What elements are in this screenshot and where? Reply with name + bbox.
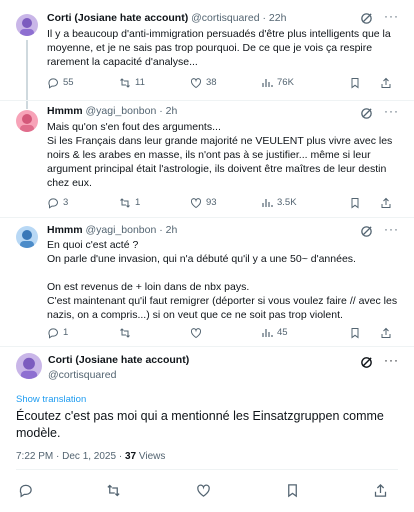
view-count: 3.5K xyxy=(277,197,297,208)
share-icon[interactable] xyxy=(380,326,392,340)
post-time[interactable]: · 2h xyxy=(159,105,177,117)
bookmark-icon[interactable] xyxy=(349,76,361,90)
grok-icon[interactable] xyxy=(360,12,373,25)
grok-icon[interactable] xyxy=(360,107,373,120)
post-timestamp[interactable]: 7:22 PM · Dec 1, 2025 · xyxy=(16,451,125,462)
reply-count: 3 xyxy=(63,197,69,208)
grok-icon[interactable] xyxy=(360,356,373,369)
views-icon xyxy=(262,199,273,207)
reply-icon xyxy=(48,78,58,89)
like-button[interactable]: 93 xyxy=(190,196,217,210)
reply-icon[interactable] xyxy=(18,482,34,498)
action-bar: 3 1 93 3.5K xyxy=(47,196,402,210)
repost-icon xyxy=(120,328,130,338)
more-icon[interactable]: ··· xyxy=(384,105,399,118)
avatar[interactable] xyxy=(16,110,38,132)
main-action-bar xyxy=(0,482,414,498)
views-button[interactable]: 76K xyxy=(261,76,294,90)
repost-icon xyxy=(120,78,130,88)
author-handle[interactable]: @yagi_bonbon xyxy=(86,224,157,236)
views-label: Views xyxy=(136,451,166,462)
post-header: Hmmm @yagi_bonbon · 2h xyxy=(47,224,177,237)
like-icon xyxy=(190,198,202,209)
thread-line xyxy=(26,101,28,109)
post-time[interactable]: · 22h xyxy=(263,12,287,24)
avatar[interactable] xyxy=(16,353,42,379)
reply-post-1[interactable]: Corti (Josiane hate account) @cortisquar… xyxy=(0,0,414,104)
repost-icon[interactable] xyxy=(106,482,122,498)
reply-icon xyxy=(48,328,58,339)
author-handle[interactable]: @cortisquared xyxy=(48,369,189,382)
post-text: Il y a beaucoup d'anti-immigration persu… xyxy=(47,28,391,68)
like-icon[interactable] xyxy=(196,482,212,498)
share-icon[interactable] xyxy=(380,196,392,210)
post-text: Écoutez c'est pas moi qui a mentionné le… xyxy=(16,409,384,440)
more-icon[interactable]: ··· xyxy=(384,354,399,367)
repost-count: 1 xyxy=(135,197,141,208)
view-count: 45 xyxy=(277,327,288,338)
repost-icon xyxy=(120,198,130,208)
repost-count: 11 xyxy=(135,77,145,88)
divider xyxy=(16,469,398,470)
author-name[interactable]: Hmmm xyxy=(47,105,83,117)
more-icon[interactable]: ··· xyxy=(384,10,399,23)
share-icon[interactable] xyxy=(380,76,392,90)
reply-post-3[interactable]: Hmmm @yagi_bonbon · 2h ··· En quoi c'est… xyxy=(0,218,414,346)
repost-button[interactable] xyxy=(119,326,131,340)
repost-button[interactable]: 1 xyxy=(119,196,140,210)
views-icon xyxy=(262,329,273,337)
reply-button[interactable]: 3 xyxy=(47,196,68,210)
bookmark-icon[interactable] xyxy=(349,326,361,340)
bookmark-icon[interactable] xyxy=(349,196,361,210)
post-text: Mais qu'on s'en fout des arguments... Si… xyxy=(47,121,393,189)
views-icon xyxy=(262,79,273,87)
like-icon xyxy=(190,328,202,339)
reply-count: 55 xyxy=(63,77,74,88)
avatar[interactable] xyxy=(16,226,38,248)
author-name[interactable]: Corti (Josiane hate account) xyxy=(48,354,189,367)
avatar[interactable] xyxy=(16,14,38,36)
thread-line xyxy=(26,40,28,104)
like-count: 38 xyxy=(206,77,217,88)
views-button[interactable]: 45 xyxy=(261,326,288,340)
action-bar: 1 45 xyxy=(47,326,402,340)
main-post: Corti (Josiane hate account) @cortisquar… xyxy=(0,347,414,512)
reply-count: 1 xyxy=(63,327,69,338)
post-time[interactable]: · 2h xyxy=(159,224,177,236)
like-icon xyxy=(190,78,202,89)
view-count: 76K xyxy=(277,77,294,88)
reply-icon xyxy=(48,198,58,209)
like-button[interactable]: 38 xyxy=(190,76,217,90)
post-header: Hmmm @yagi_bonbon · 2h xyxy=(47,105,177,118)
bookmark-icon[interactable] xyxy=(285,482,301,498)
repost-button[interactable]: 11 xyxy=(119,76,145,90)
author-name[interactable]: Hmmm xyxy=(47,224,83,236)
author-handle[interactable]: @yagi_bonbon xyxy=(86,105,157,117)
author-name[interactable]: Corti (Josiane hate account) xyxy=(47,12,188,24)
views-button[interactable]: 3.5K xyxy=(261,196,297,210)
action-bar: 55 11 38 76K xyxy=(47,76,402,90)
share-icon[interactable] xyxy=(373,482,389,498)
reply-post-2[interactable]: Hmmm @yagi_bonbon · 2h ··· Mais qu'on s'… xyxy=(0,101,414,217)
more-icon[interactable]: ··· xyxy=(384,223,399,236)
like-button[interactable] xyxy=(190,326,202,340)
post-text: En quoi c'est acté ? On parle d'une inva… xyxy=(47,239,398,321)
reply-button[interactable]: 1 xyxy=(47,326,68,340)
author-handle[interactable]: @cortisquared xyxy=(191,12,259,24)
post-header: Corti (Josiane hate account) @cortisquar… xyxy=(48,354,189,382)
reply-button[interactable]: 55 xyxy=(47,76,74,90)
like-count: 93 xyxy=(206,197,217,208)
post-meta: 7:22 PM · Dec 1, 2025 · 37 Views xyxy=(16,451,165,462)
views-count: 37 xyxy=(124,451,137,462)
post-header: Corti (Josiane hate account) @cortisquar… xyxy=(47,12,286,25)
show-translation-link[interactable]: Show translation xyxy=(16,394,86,405)
grok-icon[interactable] xyxy=(360,225,373,238)
